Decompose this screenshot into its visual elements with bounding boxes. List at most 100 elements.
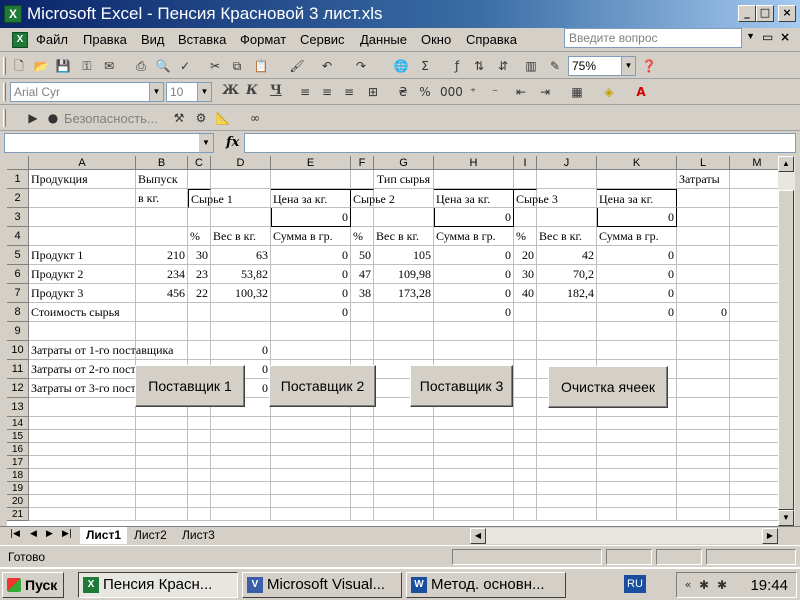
column-header[interactable]: E [271,156,351,170]
cell[interactable] [188,482,211,495]
workbook-icon[interactable]: X [12,32,28,48]
cell[interactable]: 40 [514,284,537,303]
cell[interactable] [271,495,351,508]
cell[interactable] [730,430,778,443]
cell[interactable]: Цена за кг. [434,189,514,208]
cell[interactable] [537,430,597,443]
cell[interactable]: Затраты от 2-го поставщика [29,360,174,379]
supplier-2-button[interactable]: Поставщик 2 [269,365,376,407]
column-header[interactable]: D [211,156,271,170]
script-editor-icon[interactable]: ∞ [246,109,264,127]
cut-icon[interactable]: ✂ [206,57,224,75]
cell[interactable]: Затраты от 3-го поставщика [29,379,174,398]
decrease-indent-icon[interactable]: ⇤ [512,83,530,101]
cell[interactable] [136,430,188,443]
cell[interactable] [677,227,730,246]
underline-icon[interactable]: Ч [270,83,282,98]
cell[interactable] [730,303,778,322]
column-header[interactable]: I [514,156,537,170]
cell[interactable]: Сумма в гр. [271,227,351,246]
align-left-icon[interactable]: ≡ [296,83,314,101]
cell[interactable] [677,246,730,265]
cell[interactable]: Стоимость сырья [29,303,136,322]
menu-view[interactable]: Вид [141,32,165,47]
cell[interactable] [351,322,374,341]
row-header[interactable]: 2 [7,189,29,208]
cell[interactable]: Выпуск [136,170,188,189]
cell[interactable] [351,303,374,322]
cell[interactable]: 0 [597,284,677,303]
row-header[interactable]: 1 [7,170,29,189]
cell[interactable]: в кг. [136,189,188,208]
cell[interactable] [537,170,597,189]
cell[interactable] [597,495,677,508]
cell[interactable]: 30 [514,265,537,284]
merge-center-icon[interactable]: ⊞ [364,83,382,101]
cell[interactable] [677,379,730,398]
cell[interactable]: % [351,227,374,246]
row-header[interactable]: 19 [7,482,29,495]
menu-insert[interactable]: Вставка [178,32,226,47]
supplier-3-button[interactable]: Поставщик 3 [410,365,513,407]
row-header[interactable]: 18 [7,469,29,482]
help-question-input[interactable]: Введите вопрос ▼ [564,28,755,48]
minimize-button[interactable]: _ [738,5,756,22]
cell[interactable] [677,265,730,284]
cell[interactable]: 0 [597,265,677,284]
worksheet-grid[interactable]: A B C D E F G H I J K L M 1 2 3 4 5 6 7 8 9 10 11 12 13 14 15 16 17 18… [7,156,778,526]
cell[interactable]: Сумма в гр. [597,227,677,246]
cell[interactable] [597,482,677,495]
copy-icon[interactable]: ⧉ [228,57,246,75]
menu-help[interactable]: Справка [466,32,517,47]
cell[interactable] [188,443,211,456]
cell[interactable] [537,208,597,227]
row-header[interactable]: 6 [7,265,29,284]
cell[interactable] [537,189,597,208]
cell[interactable]: Продукт 3 [29,284,136,303]
row-header[interactable]: 5 [7,246,29,265]
cell[interactable] [374,208,434,227]
cell[interactable]: 0 [271,246,351,265]
cell[interactable] [136,227,188,246]
row-header[interactable]: 14 [7,417,29,430]
cell[interactable] [374,341,434,360]
cell[interactable] [730,170,778,189]
cell[interactable] [29,417,136,430]
cell[interactable]: Затраты [677,170,730,189]
horizontal-scrollbar[interactable]: ◀ ▶ [470,528,778,544]
cell[interactable] [677,322,730,341]
cell[interactable] [730,284,778,303]
taskbar-item-excel[interactable]: X Пенсия Красн... [78,572,238,598]
cell[interactable] [730,265,778,284]
chevron-down-icon[interactable]: ▼ [746,31,755,41]
increase-decimal-icon[interactable]: ⁺ [464,83,482,101]
cell[interactable] [514,360,537,379]
cell[interactable] [374,417,434,430]
scroll-left-icon[interactable]: ◀ [470,528,486,544]
cell[interactable]: 53,82 [211,265,271,284]
chart-wizard-icon[interactable]: ▥ [522,57,540,75]
cell[interactable] [677,417,730,430]
cell[interactable] [136,482,188,495]
function-icon[interactable]: ƒ [448,57,466,75]
currency-icon[interactable]: ₴ [394,83,412,101]
cell[interactable] [434,322,514,341]
cell[interactable] [351,508,374,521]
cell[interactable] [351,443,374,456]
sheet-tab-2[interactable]: Лист2 [128,527,173,544]
cell[interactable] [730,360,778,379]
cell[interactable] [677,360,730,379]
row-header[interactable]: 15 [7,430,29,443]
chevron-down-icon[interactable]: ▼ [199,134,213,152]
row-header[interactable]: 7 [7,284,29,303]
cell[interactable] [211,322,271,341]
cell[interactable] [434,443,514,456]
cell[interactable] [374,430,434,443]
cell[interactable]: Продукция [29,170,136,189]
cell[interactable] [677,430,730,443]
cell[interactable] [677,469,730,482]
cell[interactable]: 38 [351,284,374,303]
menu-format[interactable]: Формат [240,32,286,47]
cell[interactable] [29,189,136,208]
increase-indent-icon[interactable]: ⇥ [536,83,554,101]
